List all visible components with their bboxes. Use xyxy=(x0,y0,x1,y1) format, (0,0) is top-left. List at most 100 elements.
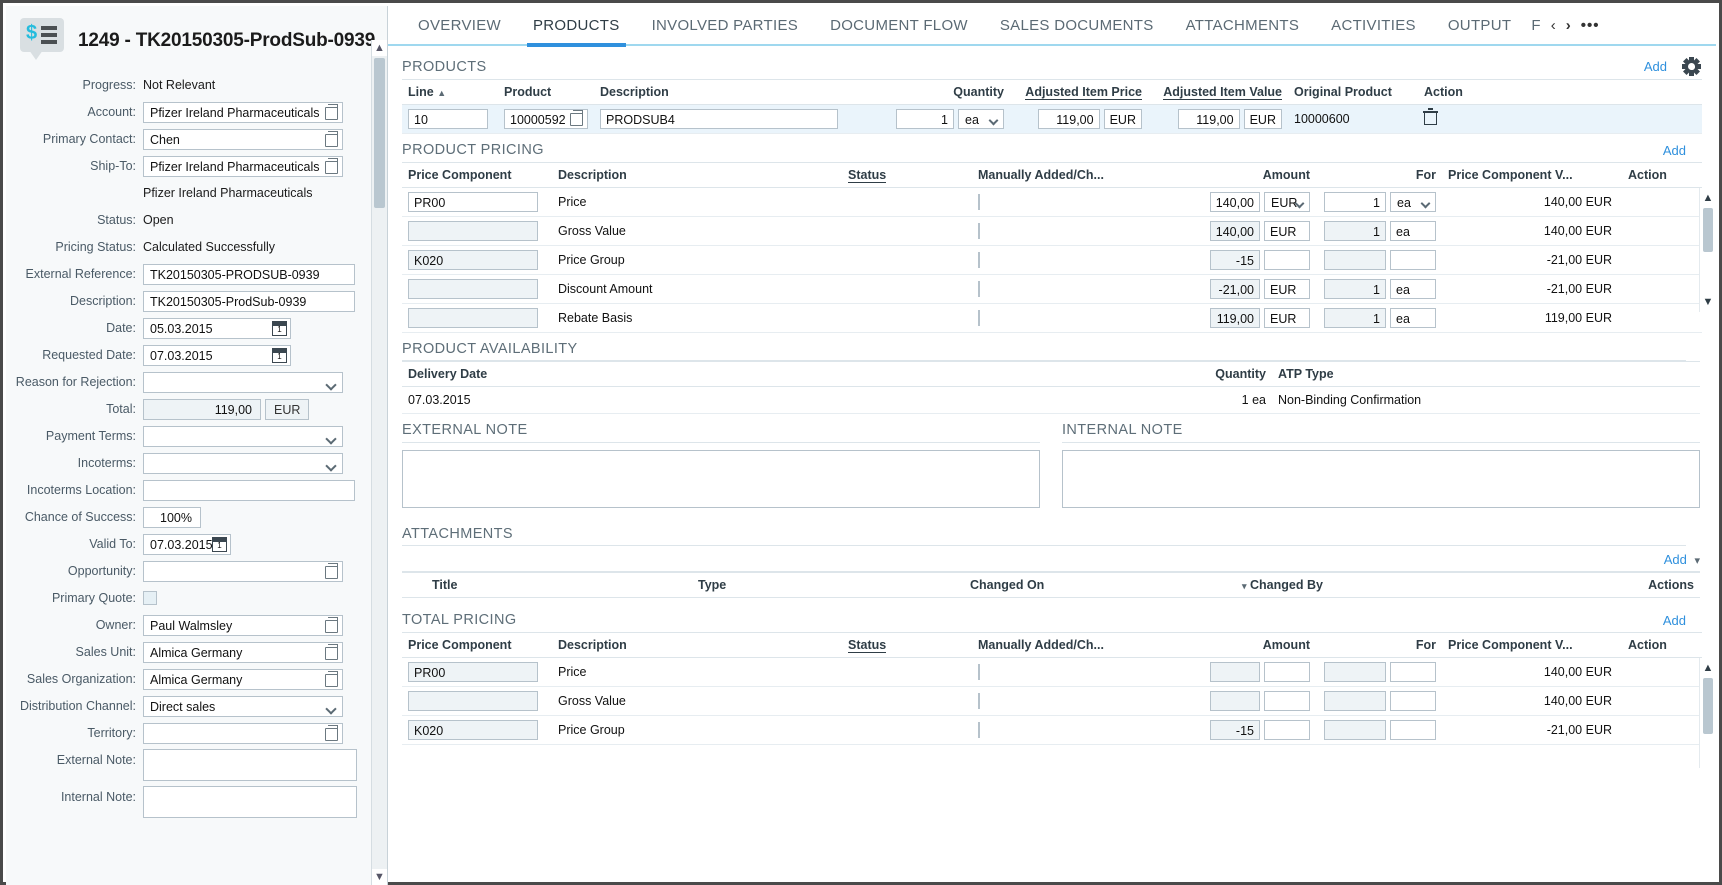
amount-input[interactable]: -15 xyxy=(1210,250,1260,270)
tab-activities[interactable]: ACTIVITIES xyxy=(1315,6,1432,45)
col-description[interactable]: Description xyxy=(552,632,842,658)
amount-input[interactable]: 140,00 xyxy=(1209,192,1260,212)
col-amount[interactable]: Amount xyxy=(1204,162,1316,188)
manually-added-checkbox[interactable] xyxy=(978,194,980,210)
incoterms-location-input[interactable] xyxy=(143,479,355,501)
open-link-icon[interactable] xyxy=(325,106,338,120)
col-description[interactable]: Description xyxy=(594,79,870,105)
manually-added-checkbox[interactable] xyxy=(978,310,980,326)
amount-input[interactable]: 119,00 xyxy=(1210,308,1260,328)
for-input[interactable] xyxy=(1324,691,1386,711)
col-type[interactable]: Type xyxy=(692,572,964,598)
scroll-up-icon[interactable]: ▲ xyxy=(1700,190,1716,206)
amount-input[interactable]: -15 xyxy=(1210,720,1260,740)
open-link-icon[interactable] xyxy=(325,727,338,741)
uom-select[interactable]: ea xyxy=(958,109,1004,129)
internal-note-input[interactable] xyxy=(1062,450,1700,508)
external-note-input[interactable] xyxy=(402,450,1040,508)
col-price-component[interactable]: Price Component xyxy=(402,632,552,658)
table-row[interactable]: PR00 Price 140,00 EUR 1 ea 140,00 EUR xyxy=(402,187,1702,217)
table-row[interactable]: Gross Value 140,00 EUR xyxy=(402,686,1702,716)
price-component-input[interactable]: K020 xyxy=(408,250,538,270)
cell-original-product[interactable]: 10000600 xyxy=(1288,104,1418,134)
payment-terms-select[interactable] xyxy=(143,425,343,447)
col-manually-added[interactable]: Manually Added/Ch... xyxy=(972,632,1204,658)
col-for[interactable]: For xyxy=(1316,162,1442,188)
col-atp-type[interactable]: ATP Type xyxy=(1272,361,1700,387)
amount-input[interactable] xyxy=(1210,662,1260,682)
sort-asc-icon[interactable]: ▲ xyxy=(437,88,446,98)
manually-added-checkbox[interactable] xyxy=(978,281,980,297)
line-input[interactable]: 10 xyxy=(408,109,488,129)
col-amount[interactable]: Amount xyxy=(1204,632,1316,658)
description-input[interactable]: PRODSUB4 xyxy=(600,109,838,129)
sales-organization-input[interactable]: Almica Germany xyxy=(143,668,343,690)
table-row[interactable]: Gross Value 140,00 EUR 1 ea 140,00 EUR xyxy=(402,216,1702,246)
col-manually-added[interactable]: Manually Added/Ch... xyxy=(972,162,1204,188)
col-line[interactable]: Line ▲ xyxy=(402,79,498,105)
sales-unit-input[interactable]: Almica Germany xyxy=(143,641,343,663)
owner-input[interactable]: Paul Walmsley xyxy=(143,614,343,636)
price-component-input[interactable]: PR00 xyxy=(408,662,538,682)
col-for[interactable]: For xyxy=(1316,632,1442,658)
table-row[interactable]: Rebate Basis 119,00 EUR 1 ea 119,00 EUR xyxy=(402,303,1702,333)
for-uom-select[interactable] xyxy=(1390,691,1436,711)
price-component-input[interactable] xyxy=(408,221,538,241)
primary-quote-checkbox[interactable] xyxy=(143,591,157,605)
manually-added-checkbox[interactable] xyxy=(978,223,980,239)
col-price-component-value[interactable]: Price Component V... xyxy=(1442,162,1622,188)
quantity-input[interactable]: 1 xyxy=(896,109,954,129)
for-uom-select[interactable] xyxy=(1390,720,1436,740)
scrollbar-thumb[interactable] xyxy=(1703,208,1713,252)
scroll-down-icon[interactable]: ▼ xyxy=(1700,294,1716,310)
attachments-add-link[interactable]: Add xyxy=(1664,552,1687,567)
for-uom-select[interactable]: ea xyxy=(1390,192,1436,212)
col-price-component-value[interactable]: Price Component V... xyxy=(1442,632,1622,658)
external-reference-input[interactable]: TK20150305-PRODSUB-0939 xyxy=(143,263,355,285)
manually-added-checkbox[interactable] xyxy=(978,693,980,709)
tab-output[interactable]: OUTPUT xyxy=(1432,6,1527,45)
table-row[interactable]: 10 10000592 PRODSUB4 1 ea 119,00 EUR 119… xyxy=(402,104,1702,134)
open-link-icon[interactable] xyxy=(325,160,338,174)
col-original-product[interactable]: Original Product xyxy=(1288,79,1418,105)
open-link-icon[interactable] xyxy=(325,133,338,147)
sort-desc-icon[interactable]: ▾ xyxy=(1242,581,1247,591)
manually-added-checkbox[interactable] xyxy=(978,664,980,680)
scrollbar-thumb[interactable] xyxy=(374,58,385,208)
table-row[interactable]: PR00 Price 140,00 EUR xyxy=(402,657,1702,687)
scroll-down-icon[interactable]: ▼ xyxy=(372,869,387,885)
price-component-input[interactable] xyxy=(408,279,538,299)
adjusted-item-price-currency[interactable]: EUR xyxy=(1103,109,1142,129)
open-link-icon[interactable] xyxy=(325,673,338,687)
amount-currency-select[interactable]: EUR xyxy=(1264,192,1310,212)
table-row[interactable]: Discount Amount -21,00 EUR 1 ea -21,00 EUR xyxy=(402,274,1702,304)
scroll-up-icon[interactable]: ▲ xyxy=(1700,660,1716,676)
tab-overflow-icon[interactable]: ••• xyxy=(1581,17,1600,34)
ship-to-input[interactable]: Pfizer Ireland Pharmaceuticals xyxy=(143,155,343,177)
open-link-icon[interactable] xyxy=(325,619,338,633)
chevron-down-icon[interactable]: ▾ xyxy=(1694,554,1700,567)
total-pricing-scrollbar[interactable]: ▲ xyxy=(1699,658,1716,768)
col-description[interactable]: Description xyxy=(552,162,842,188)
scrollbar-thumb[interactable] xyxy=(1703,678,1713,734)
manually-added-checkbox[interactable] xyxy=(978,252,980,268)
valid-to-input[interactable]: 07.03.2015 xyxy=(143,533,231,555)
adjusted-item-price-input[interactable]: 119,00 xyxy=(1037,109,1100,129)
table-row[interactable]: K020 Price Group -15 -21,00 EUR xyxy=(402,245,1702,275)
col-status[interactable]: Status xyxy=(842,632,972,658)
adjusted-item-value-currency[interactable]: EUR xyxy=(1243,109,1282,129)
amount-currency-select[interactable] xyxy=(1264,250,1310,270)
amount-currency-select[interactable]: EUR xyxy=(1264,308,1310,328)
gear-icon[interactable] xyxy=(1682,57,1701,76)
col-adjusted-item-value[interactable]: Adjusted Item Value xyxy=(1148,79,1288,105)
col-adjusted-item-price[interactable]: Adjusted Item Price xyxy=(1010,79,1148,105)
territory-input[interactable] xyxy=(143,722,343,744)
for-input[interactable]: 1 xyxy=(1324,192,1386,212)
calendar-icon[interactable] xyxy=(212,536,227,552)
internal-note-textarea[interactable] xyxy=(143,786,357,818)
distribution-channel-select[interactable]: Direct sales xyxy=(143,695,343,717)
delete-icon[interactable] xyxy=(1423,108,1438,125)
scroll-up-icon[interactable]: ▲ xyxy=(372,40,387,56)
for-uom-select[interactable]: ea xyxy=(1390,308,1436,328)
col-status[interactable]: Status xyxy=(842,162,972,188)
